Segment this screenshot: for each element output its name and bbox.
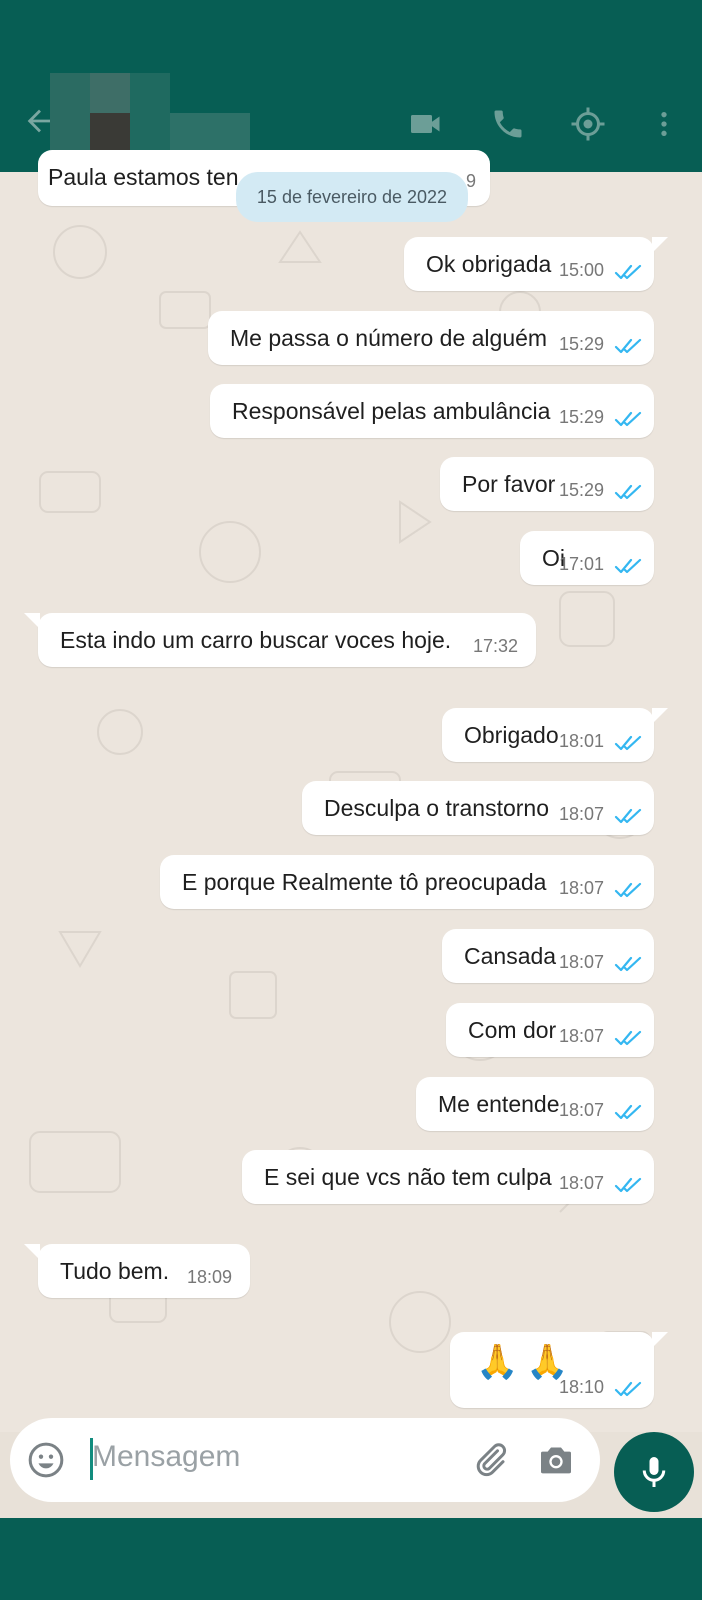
emoji-icon[interactable] xyxy=(26,1440,66,1480)
message-text: Com dor xyxy=(468,1017,557,1043)
read-receipt-icon xyxy=(614,1029,644,1047)
read-receipt-icon xyxy=(614,337,644,355)
message-text: Esta indo um carro buscar voces hoje. xyxy=(60,627,452,653)
message-text: Responsável pelas ambulância xyxy=(232,398,551,424)
message-time: 18:07 xyxy=(558,878,604,898)
read-receipt-icon xyxy=(614,881,644,899)
camera-icon[interactable] xyxy=(536,1440,576,1480)
outgoing-message[interactable]: E porque Realmente tô preocupada 18:07 xyxy=(160,855,654,909)
read-receipt-icon xyxy=(614,955,644,973)
message-time: 15:29 xyxy=(558,480,604,500)
read-receipt-icon xyxy=(614,1380,644,1398)
read-receipt-icon xyxy=(614,410,644,428)
system-navigation-bar xyxy=(0,1518,702,1600)
message-text: 🙏🙏 xyxy=(476,1343,577,1381)
message-time: 18:07 xyxy=(558,1173,604,1193)
message-text: Tudo bem. xyxy=(60,1258,170,1284)
outgoing-message[interactable]: Com dor 18:07 xyxy=(446,1003,654,1057)
contact-info-blurred[interactable] xyxy=(50,73,250,153)
outgoing-message[interactable]: 🙏🙏 18:10 xyxy=(450,1332,668,1408)
location-icon[interactable] xyxy=(570,106,606,142)
message-text: E sei que vcs não tem culpa xyxy=(264,1164,552,1190)
message-time: 17:32 xyxy=(472,636,518,656)
attach-icon[interactable] xyxy=(470,1440,510,1480)
message-time: 18:10 xyxy=(558,1377,604,1397)
message-time: 17:01 xyxy=(558,554,604,574)
message-time: 15:00 xyxy=(558,260,604,280)
read-receipt-icon xyxy=(614,1176,644,1194)
incoming-message[interactable]: Esta indo um carro buscar voces hoje. 17:… xyxy=(24,613,536,667)
message-text: E porque Realmente tô preocupada xyxy=(182,869,547,895)
outgoing-message[interactable]: Ok obrigada 15:00 xyxy=(404,237,668,291)
outgoing-message[interactable]: E sei que vcs não tem culpa 18:07 xyxy=(242,1150,654,1204)
message-time: 18:07 xyxy=(558,1100,604,1120)
outgoing-message[interactable]: Obrigado 18:01 xyxy=(442,708,668,762)
message-time: 18:09 xyxy=(186,1267,232,1287)
outgoing-message[interactable]: Por favor 15:29 xyxy=(440,457,654,511)
more-options-icon[interactable] xyxy=(648,106,680,142)
outgoing-message[interactable]: Responsável pelas ambulância 15:29 xyxy=(210,384,654,438)
message-text: Obrigado xyxy=(464,722,559,748)
message-time: 18:07 xyxy=(558,952,604,972)
microphone-icon xyxy=(642,1457,666,1487)
voice-record-button[interactable] xyxy=(614,1432,694,1512)
date-separator: 15 de fevereiro de 2022 xyxy=(236,172,468,222)
bubble-tail xyxy=(652,1332,668,1348)
message-time: 18:07 xyxy=(558,1026,604,1046)
message-text: Desculpa o transtorno xyxy=(324,795,550,821)
read-receipt-icon xyxy=(614,807,644,825)
video-call-icon[interactable] xyxy=(408,106,444,142)
read-receipt-icon xyxy=(614,483,644,501)
outgoing-message[interactable]: Cansada 18:07 xyxy=(442,929,654,983)
voice-call-icon[interactable] xyxy=(490,106,526,142)
partial-message-text: Paula estamos ten xyxy=(48,164,239,190)
outgoing-message[interactable]: Desculpa o transtorno 18:07 xyxy=(302,781,654,835)
message-input[interactable]: Mensagem xyxy=(92,1440,240,1474)
read-receipt-icon xyxy=(614,1103,644,1121)
outgoing-message[interactable]: Me entende 18:07 xyxy=(416,1077,654,1131)
message-time: 15:29 xyxy=(558,407,604,427)
message-text: Cansada xyxy=(464,943,557,969)
message-text: Ok obrigada xyxy=(426,251,552,277)
incoming-message[interactable]: Tudo bem. 18:09 xyxy=(24,1244,250,1298)
bubble-tail xyxy=(652,237,668,253)
message-text: Me passa o número de alguém xyxy=(230,325,548,351)
message-text: Por favor xyxy=(462,471,556,497)
read-receipt-icon xyxy=(614,557,644,575)
read-receipt-icon xyxy=(614,734,644,752)
outgoing-message[interactable]: Oi 17:01 xyxy=(520,531,654,585)
message-time: 15:29 xyxy=(558,334,604,354)
bubble-tail xyxy=(652,708,668,724)
message-input-bar: Mensagem xyxy=(10,1418,600,1502)
read-receipt-icon xyxy=(614,263,644,281)
message-time: 18:01 xyxy=(558,731,604,751)
bubble-tail xyxy=(24,613,40,629)
message-text: Me entende xyxy=(438,1091,560,1117)
message-time: 18:07 xyxy=(558,804,604,824)
bubble-tail xyxy=(24,1244,40,1260)
chat-header xyxy=(0,0,702,172)
outgoing-message[interactable]: Me passa o número de alguém 15:29 xyxy=(208,311,654,365)
